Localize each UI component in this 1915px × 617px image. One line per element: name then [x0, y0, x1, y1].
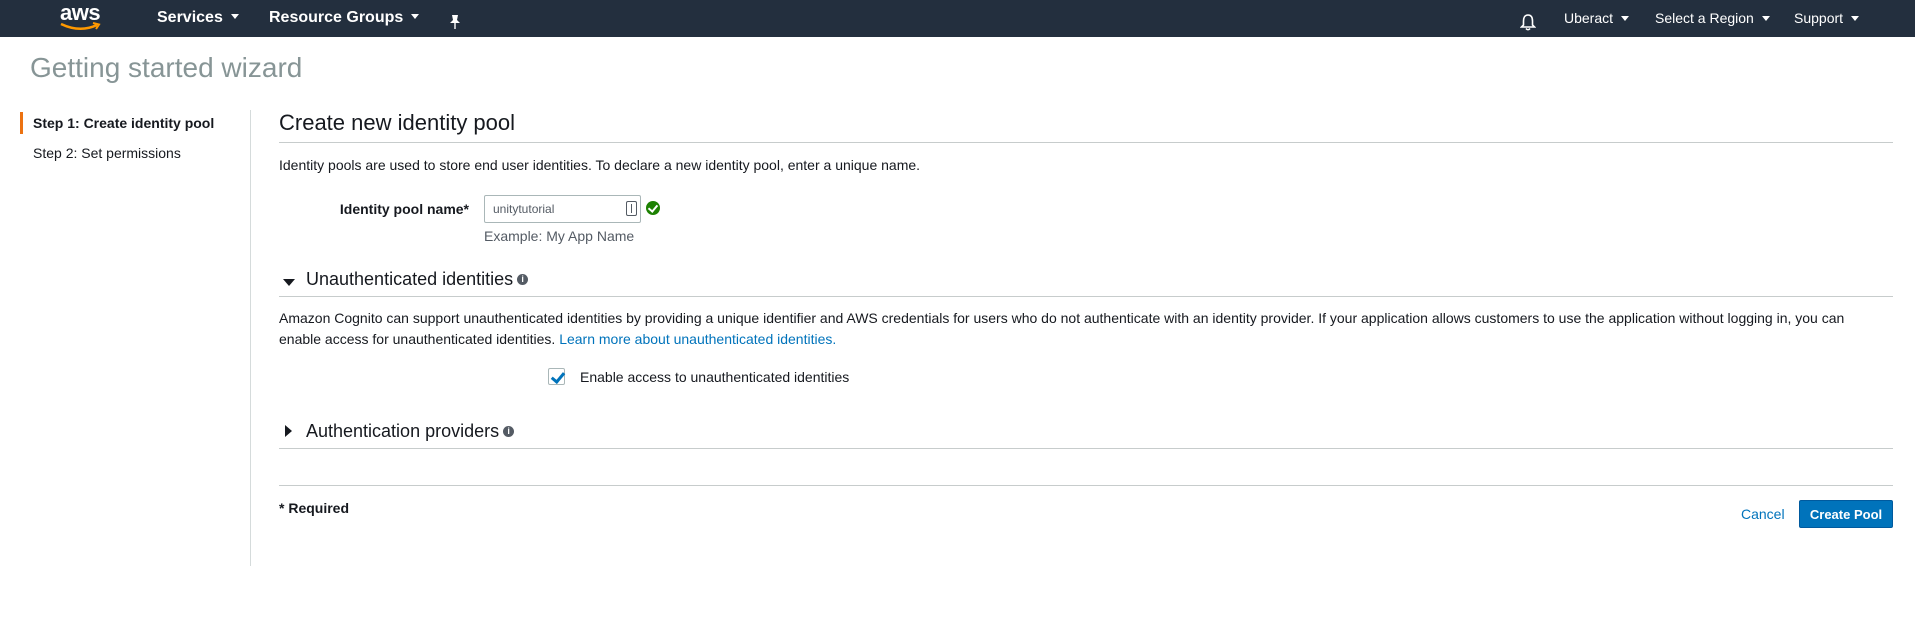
region-label: Select a Region — [1655, 10, 1754, 26]
chevron-down-icon — [1761, 15, 1770, 21]
page-title: Getting started wizard — [30, 52, 303, 83]
info-icon[interactable]: i — [503, 425, 515, 437]
example-hint: Example: My App Name — [484, 228, 635, 244]
auth-divider — [279, 448, 1893, 449]
step-set-permissions[interactable]: Step 2: Set permissions — [20, 142, 250, 164]
resource-groups-menu[interactable]: Resource Groups — [269, 0, 420, 37]
chevron-down-icon — [1621, 15, 1630, 21]
aws-smile-icon — [60, 22, 101, 30]
top-navigation-bar: aws Services Resource Groups Uberact Sel… — [0, 0, 1915, 37]
unauth-description-line2: enable access for unauthenticated identi… — [279, 331, 836, 347]
support-label: Support — [1794, 10, 1844, 26]
account-label: Uberact — [1564, 10, 1614, 26]
support-menu[interactable]: Support — [1794, 0, 1860, 37]
unauthenticated-identities-toggle[interactable]: Unauthenticated identities i — [306, 269, 529, 290]
step-create-identity-pool[interactable]: Step 1: Create identity pool — [20, 112, 250, 134]
footer-divider — [279, 485, 1893, 486]
identity-pool-name-input[interactable] — [484, 195, 641, 223]
resource-groups-label: Resource Groups — [269, 9, 404, 26]
heading-divider — [279, 142, 1893, 143]
identity-pool-name-label: Identity pool name* — [339, 201, 469, 217]
cancel-link[interactable]: Cancel — [1741, 506, 1785, 522]
caret-down-icon[interactable] — [283, 279, 295, 286]
chevron-down-icon — [411, 14, 420, 20]
services-menu[interactable]: Services — [157, 0, 239, 37]
chevron-down-icon — [1851, 15, 1860, 21]
authentication-providers-toggle[interactable]: Authentication providers i — [306, 421, 515, 442]
aws-logo[interactable]: aws — [58, 0, 106, 34]
unauthenticated-identities-title: Unauthenticated identities — [306, 269, 514, 289]
info-icon[interactable]: i — [517, 273, 529, 285]
learn-more-link[interactable]: Learn more about unauthenticated identit… — [559, 331, 836, 347]
bell-icon[interactable] — [1519, 9, 1537, 31]
chevron-down-icon — [230, 14, 239, 20]
unauth-description-line1: Amazon Cognito can support unauthenticat… — [279, 310, 1845, 326]
input-key-icon[interactable] — [626, 201, 637, 216]
enable-unauth-label[interactable]: Enable access to unauthenticated identit… — [580, 369, 849, 385]
account-menu[interactable]: Uberact — [1564, 0, 1630, 37]
main-panel: Create new identity pool Identity pools … — [279, 108, 1893, 568]
required-note: * Required — [279, 500, 350, 516]
valid-check-icon — [646, 201, 660, 215]
intro-text: Identity pools are used to store end use… — [279, 157, 921, 173]
sidebar-divider — [250, 110, 251, 566]
section-heading: Create new identity pool — [279, 110, 516, 135]
pin-icon[interactable] — [448, 8, 462, 29]
unauth-divider — [279, 296, 1893, 297]
region-menu[interactable]: Select a Region — [1655, 0, 1770, 37]
services-label: Services — [157, 9, 223, 26]
caret-right-icon[interactable] — [285, 425, 292, 437]
unauth-description-text: enable access for unauthenticated identi… — [279, 331, 556, 347]
create-pool-button[interactable]: Create Pool — [1799, 500, 1893, 528]
authentication-providers-title: Authentication providers — [306, 421, 500, 441]
enable-unauth-checkbox[interactable] — [548, 368, 565, 385]
